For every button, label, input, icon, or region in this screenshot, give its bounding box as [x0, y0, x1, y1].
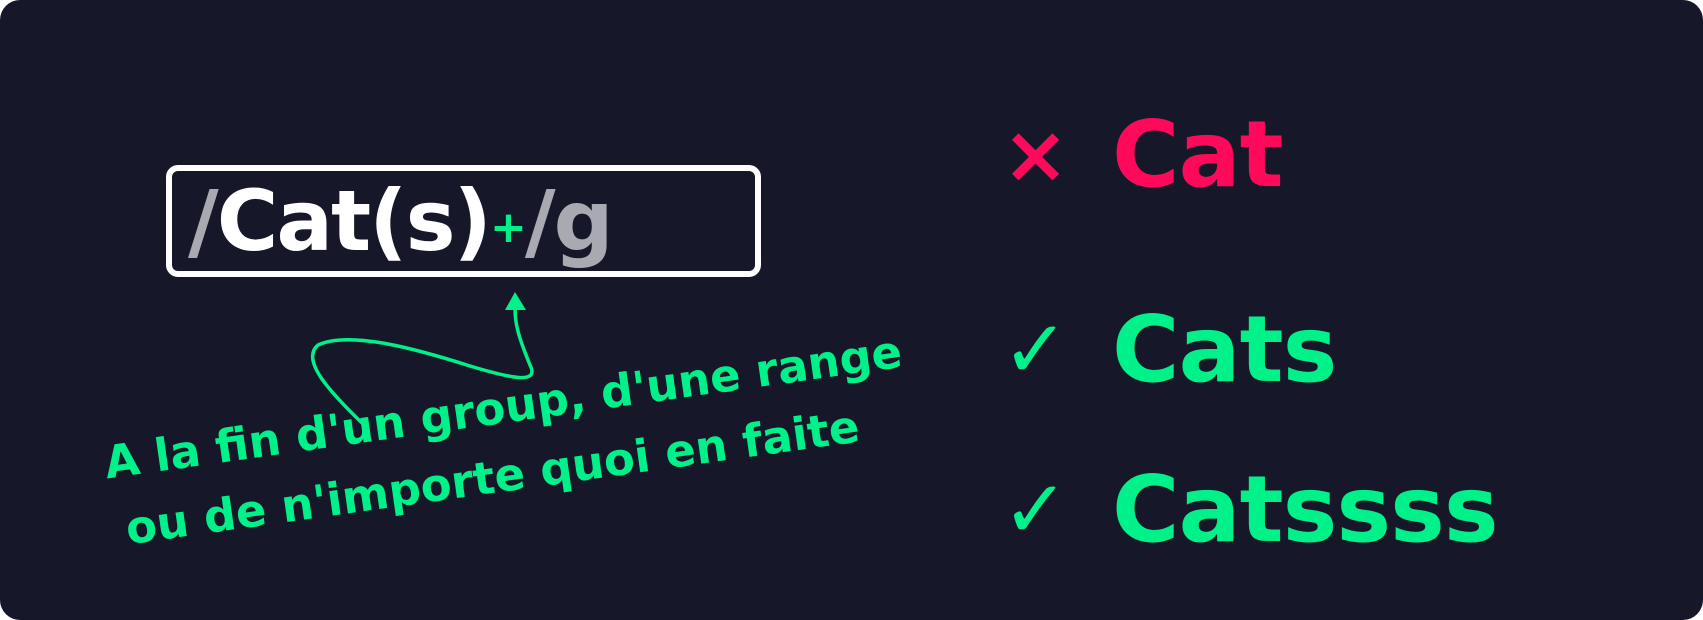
example-word: Cats	[1112, 296, 1337, 403]
no-match-cross-icon: ×	[1002, 108, 1070, 201]
regex-expression: /Cat(s)+/g	[188, 179, 614, 263]
annotation-note: A la fin d'un group, d'une range ou de n…	[100, 316, 931, 565]
example-row-cat: × Cat	[1002, 100, 1284, 210]
regex-quantifier: +	[489, 202, 527, 253]
example-row-cats: ✓ Cats	[1002, 295, 1337, 405]
example-row-catssss: ✓ Catssss	[1002, 455, 1499, 565]
regex-flag: g	[553, 172, 614, 270]
example-word: Catssss	[1112, 456, 1499, 563]
annotation-arrowhead	[505, 292, 526, 310]
match-checkmark-icon: ✓	[1002, 303, 1070, 396]
regex-pattern: Cat(s)	[216, 172, 492, 270]
diagram-card: /Cat(s)+/g A la fin d'un group, d'une ra…	[0, 0, 1703, 620]
regex-close-delimiter: /	[524, 172, 556, 270]
example-word: Cat	[1112, 101, 1284, 208]
regex-open-delimiter: /	[188, 172, 219, 270]
match-checkmark-icon: ✓	[1002, 463, 1070, 556]
regex-box: /Cat(s)+/g	[166, 165, 761, 277]
